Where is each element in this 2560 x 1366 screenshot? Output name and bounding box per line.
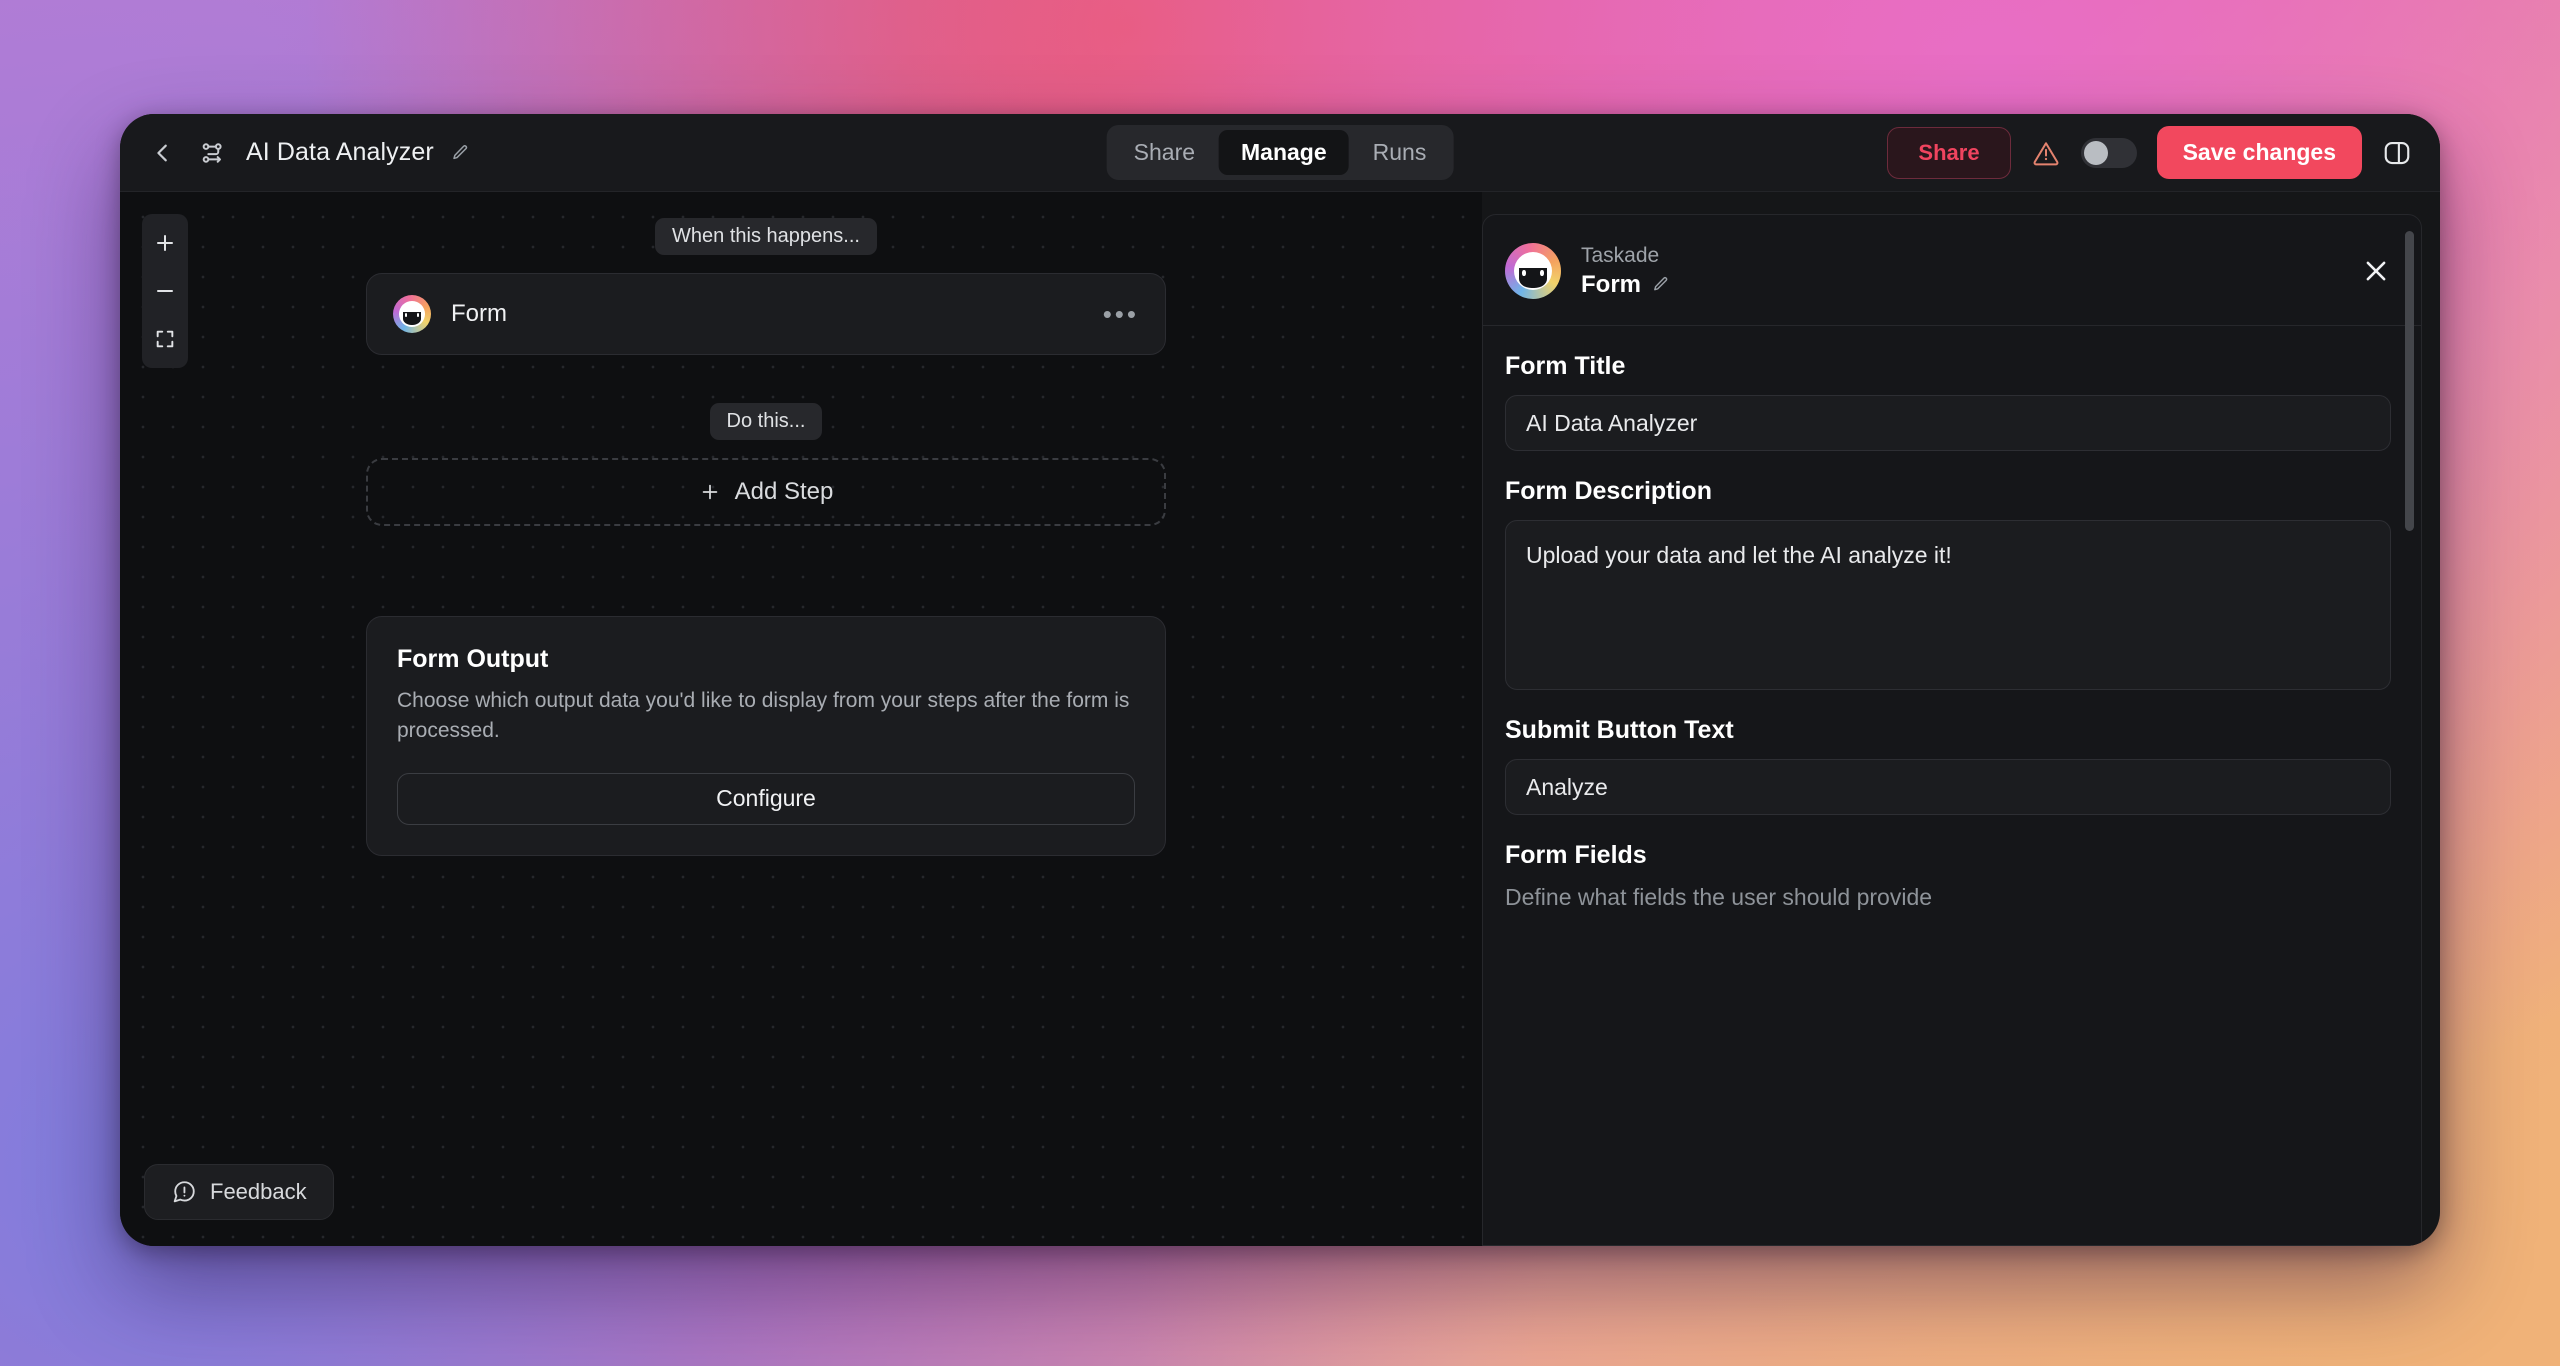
panel-header-meta: Taskade Form bbox=[1581, 244, 1670, 299]
flow-canvas[interactable]: When this happens... Form ••• Do this... bbox=[120, 192, 1482, 1246]
form-title-input[interactable]: AI Data Analyzer bbox=[1505, 395, 2391, 451]
share-button[interactable]: Share bbox=[1887, 126, 2011, 179]
configure-button[interactable]: Configure bbox=[397, 772, 1135, 825]
header-left-group: AI Data Analyzer bbox=[146, 136, 470, 170]
workspace: When this happens... Form ••• Do this... bbox=[120, 192, 2440, 1246]
fit-to-screen-icon[interactable] bbox=[142, 315, 188, 363]
trigger-node-form[interactable]: Form ••• bbox=[366, 273, 1166, 355]
flow-column: When this happens... Form ••• Do this... bbox=[366, 218, 1166, 856]
mode-toggle[interactable] bbox=[2080, 137, 2137, 168]
add-step-button[interactable]: Add Step bbox=[366, 458, 1166, 526]
submit-button-text-label: Submit Button Text bbox=[1505, 716, 1734, 744]
taskade-logo-icon bbox=[393, 295, 431, 333]
panel-node-name: Form bbox=[1581, 270, 1641, 298]
zoom-controls bbox=[142, 214, 188, 368]
feedback-label: Feedback bbox=[210, 1179, 307, 1204]
panel-scrollbar[interactable] bbox=[2405, 231, 2414, 1231]
action-chip: Do this... bbox=[709, 403, 823, 440]
add-step-label: Add Step bbox=[734, 478, 834, 505]
right-panel-toggle-icon[interactable] bbox=[2382, 138, 2412, 168]
pencil-icon[interactable] bbox=[1651, 275, 1670, 294]
app-window: AI Data Analyzer Share Manage Runs Share bbox=[120, 114, 2440, 1246]
close-icon[interactable] bbox=[2361, 256, 2391, 286]
save-changes-button[interactable]: Save changes bbox=[2156, 126, 2362, 179]
pencil-icon[interactable] bbox=[450, 143, 470, 163]
panel-node-name-row: Form bbox=[1581, 271, 1670, 299]
submit-button-text-input[interactable]: Analyze bbox=[1505, 759, 2391, 815]
plus-icon bbox=[702, 484, 717, 500]
workflow-icon bbox=[196, 136, 230, 170]
toggle-knob bbox=[2083, 140, 2108, 165]
feedback-bubble-icon bbox=[171, 1179, 197, 1205]
chevron-left-icon[interactable] bbox=[146, 136, 180, 170]
zoom-in-button[interactable] bbox=[142, 219, 188, 267]
form-description-textarea[interactable]: Upload your data and let the AI analyze … bbox=[1505, 520, 2391, 690]
panel-scrollbar-thumb[interactable] bbox=[2405, 231, 2414, 531]
form-output-description: Choose which output data you'd like to d… bbox=[397, 689, 1130, 743]
trigger-chip: When this happens... bbox=[655, 218, 877, 255]
form-output-title: Form Output bbox=[397, 645, 549, 673]
taskade-logo-icon bbox=[1505, 243, 1561, 299]
more-options-icon[interactable]: ••• bbox=[1103, 299, 1139, 330]
warning-triangle-icon[interactable] bbox=[2031, 138, 2061, 168]
app-header: AI Data Analyzer Share Manage Runs Share bbox=[120, 114, 2440, 192]
tab-share[interactable]: Share bbox=[1112, 130, 1217, 175]
trigger-node-label: Form bbox=[451, 300, 507, 327]
form-output-card: Form Output Choose which output data you… bbox=[366, 616, 1166, 856]
feedback-button[interactable]: Feedback bbox=[144, 1164, 334, 1220]
zoom-out-button[interactable] bbox=[142, 267, 188, 315]
header-right-group: Share Save changes bbox=[1887, 126, 2412, 179]
tab-runs[interactable]: Runs bbox=[1351, 130, 1449, 175]
form-description-label: Form Description bbox=[1505, 477, 1712, 505]
form-fields-label: Form Fields bbox=[1505, 841, 1647, 869]
view-tabs: Share Manage Runs bbox=[1106, 125, 1454, 180]
form-fields-note: Define what fields the user should provi… bbox=[1505, 884, 1933, 910]
field-form-fields: Form Fields Define what fields the user … bbox=[1505, 841, 2391, 911]
field-form-title: Form Title AI Data Analyzer bbox=[1505, 352, 2391, 451]
action-chip-wrap: Do this... bbox=[366, 403, 1166, 440]
field-submit-button-text: Submit Button Text Analyze bbox=[1505, 716, 2391, 815]
trigger-chip-wrap: When this happens... bbox=[366, 218, 1166, 255]
tab-manage[interactable]: Manage bbox=[1219, 130, 1349, 175]
field-form-description: Form Description Upload your data and le… bbox=[1505, 477, 2391, 690]
panel-header: Taskade Form bbox=[1483, 215, 2421, 326]
panel-body[interactable]: Form Title AI Data Analyzer Form Descrip… bbox=[1483, 326, 2421, 1245]
node-settings-panel: Taskade Form Form Title AI Data Analyzer… bbox=[1482, 214, 2422, 1246]
page-title: AI Data Analyzer bbox=[246, 138, 434, 166]
form-title-label: Form Title bbox=[1505, 352, 1626, 380]
panel-app-name: Taskade bbox=[1581, 243, 1660, 267]
